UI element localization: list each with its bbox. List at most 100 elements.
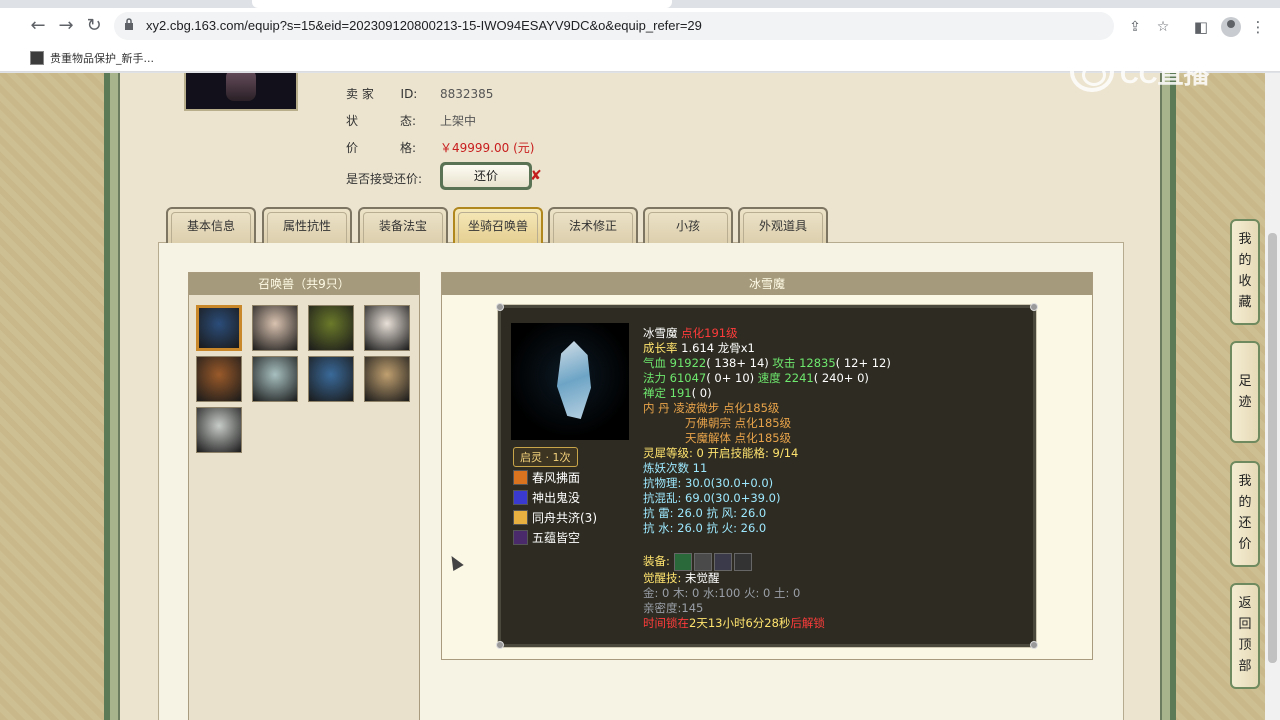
- tab-child[interactable]: 小孩: [643, 207, 733, 243]
- tab-attributes[interactable]: 属性抗性: [262, 207, 352, 243]
- pet-card: 启灵 · 1次 春风拂面神出鬼没同舟共济(3) 五蕴皆空 冰雪魔 点化191级 成…: [496, 303, 1038, 649]
- counter-offer-button-label: 还价: [443, 165, 529, 187]
- scrollbar-thumb[interactable]: [1268, 233, 1277, 663]
- timelock-suffix: 后解锁: [790, 616, 825, 630]
- pet-thumbnail[interactable]: [196, 407, 242, 453]
- seller-id-row: 卖 家 ID: 8832385: [346, 85, 493, 102]
- skill-icon: [513, 530, 528, 545]
- lock-icon: [125, 18, 133, 30]
- tab-appearance[interactable]: 外观道具: [738, 207, 828, 243]
- star-icon[interactable]: ☆: [1154, 18, 1172, 36]
- price-value: ￥49999.00 (元): [440, 141, 535, 155]
- res-thunder-wind: 抗 雷: 26.0 抗 风: 26.0: [643, 506, 767, 520]
- forward-icon[interactable]: →: [54, 14, 78, 38]
- pet-thumbnail[interactable]: [196, 356, 242, 402]
- neidan-label: 内 丹: [643, 401, 670, 415]
- profile-avatar[interactable]: [1221, 17, 1241, 37]
- atk-value: 12835: [799, 356, 836, 370]
- skill-item[interactable]: 春风拂面: [513, 469, 580, 486]
- address-bar[interactable]: xy2.cbg.163.com/equip?s=15&eid=202309120…: [114, 12, 1169, 40]
- mp-extra: ( 0+ 10): [706, 371, 755, 385]
- lingxi-label: 灵犀等级:: [643, 446, 693, 460]
- pet-thumbnail[interactable]: [196, 305, 242, 351]
- skill-name: 神出鬼没: [532, 491, 581, 505]
- counter-offer-label: 是否接受还价:: [346, 172, 423, 186]
- bookmark-item[interactable]: 贵重物品保护_新手...: [30, 50, 154, 66]
- browser-toolbar: ← → ↻ xy2.cbg.163.com/equip?s=15&eid=202…: [0, 8, 1280, 44]
- price-label: 格:: [399, 141, 417, 155]
- bookmark-favicon-icon: [30, 51, 44, 65]
- skill-item[interactable]: 五蕴皆空: [513, 529, 580, 546]
- pet-stats: 冰雪魔 点化191级 成长率 1.614 龙骨x1 气血 91922( 138+…: [643, 326, 1033, 631]
- sidebar-icon[interactable]: ◧: [1190, 16, 1212, 38]
- spd-value: 2241: [784, 371, 814, 385]
- mp-value: 61047: [669, 371, 707, 385]
- growth-value: 1.614: [681, 341, 715, 355]
- seller-id: 8832385: [440, 87, 494, 101]
- active-tab[interactable]: [252, 0, 672, 8]
- refine-label: 炼妖次数: [643, 461, 689, 475]
- lingxi-value: 0: [696, 446, 704, 460]
- bookmark-label: 贵重物品保护_新手...: [50, 52, 154, 65]
- res-physical: 抗物理: 30.0(30.0+0.0): [643, 476, 774, 490]
- tab-basic-info[interactable]: 基本信息: [166, 207, 256, 243]
- menu-icon[interactable]: ⋮: [1247, 16, 1269, 38]
- res-chaos: 抗混乱: 69.0(30.0+39.0): [643, 491, 781, 505]
- pet-thumbnail[interactable]: [252, 356, 298, 402]
- zen-extra: ( 0): [691, 386, 712, 400]
- footprint-button[interactable]: 足迹: [1230, 341, 1260, 443]
- pet-thumbnail[interactable]: [364, 305, 410, 351]
- corner-ornament: [1030, 641, 1038, 649]
- my-offers-button[interactable]: 我的还价: [1230, 461, 1260, 567]
- timelock-prefix: 时间锁在: [643, 616, 689, 630]
- cc-live-watermark: CC直播: [1070, 50, 1240, 94]
- tab-mounts-pets[interactable]: 坐骑召唤兽: [453, 207, 543, 243]
- corner-ornament: [496, 641, 504, 649]
- pet-thumbnail[interactable]: [308, 356, 354, 402]
- zen-label: 禅定: [643, 386, 666, 400]
- share-icon[interactable]: ⇪: [1126, 18, 1144, 36]
- footprint-label: 足迹: [1238, 374, 1252, 410]
- growth-label: 成长率: [643, 341, 678, 355]
- ice-crystal-figure: [557, 341, 591, 419]
- skill-icon: [513, 510, 528, 525]
- mp-label: 法力: [643, 371, 666, 385]
- watermark-text: CC直播: [1120, 58, 1210, 89]
- pet-level-tag: 点化191级: [681, 326, 738, 340]
- back-to-top-button[interactable]: 返回顶部: [1230, 583, 1260, 689]
- equip-slot-icon[interactable]: [733, 552, 752, 571]
- refine-value: 11: [692, 461, 708, 475]
- tab-equipment[interactable]: 装备法宝: [358, 207, 448, 243]
- seller-label: 卖 家: [346, 87, 374, 101]
- pet-thumbnail[interactable]: [364, 356, 410, 402]
- back-icon[interactable]: ←: [26, 14, 50, 38]
- tab-spell-correction[interactable]: 法术修正: [548, 207, 638, 243]
- pet-thumbnail[interactable]: [252, 305, 298, 351]
- my-favorites-button[interactable]: 我的收藏: [1230, 219, 1260, 325]
- equip-label: 装备:: [643, 554, 670, 568]
- spd-extra: ( 240+ 0): [813, 371, 869, 385]
- page-scrollbar[interactable]: [1265, 73, 1280, 720]
- equip-slot-icon[interactable]: [673, 552, 692, 571]
- status-row: 状 态: 上架中: [346, 112, 476, 129]
- pet-name: 冰雪魔: [643, 326, 678, 340]
- lingxi-slots: 9/14: [772, 446, 799, 460]
- price-label-left: 价: [346, 141, 359, 155]
- pet-detail-title: 冰雪魔: [442, 273, 1092, 295]
- equip-slot-icon[interactable]: [713, 552, 732, 571]
- skill-item[interactable]: 神出鬼没: [513, 489, 580, 506]
- qiling-badge: 启灵 · 1次: [513, 447, 578, 467]
- reload-icon[interactable]: ↻: [82, 14, 106, 38]
- zen-value: 191: [669, 386, 692, 400]
- skill-icon: [513, 490, 528, 505]
- skill-item[interactable]: 同舟共济(3): [513, 509, 597, 526]
- counter-offer-button[interactable]: 还价: [440, 162, 532, 190]
- back-to-top-label: 返回顶部: [1238, 596, 1252, 674]
- pet-thumbnail[interactable]: [308, 305, 354, 351]
- no-counter-icon: ✘: [530, 168, 542, 184]
- pets-list-title: 召唤兽（共9只）: [189, 273, 419, 295]
- neidan-item: 万佛朝宗 点化185级: [685, 416, 792, 430]
- atk-label: 攻击: [772, 356, 796, 370]
- equip-slot-icon[interactable]: [693, 552, 712, 571]
- pet-portrait: [511, 323, 629, 440]
